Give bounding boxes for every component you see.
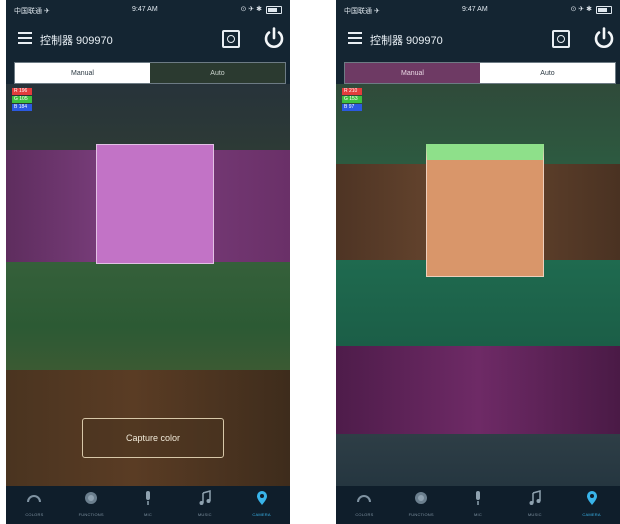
nav-functions[interactable]: FUNCTIONS xyxy=(63,486,120,524)
nav-label: MUSIC xyxy=(527,512,542,517)
tab-manual[interactable]: Manual xyxy=(15,63,150,83)
app-header: 控制器 909970 xyxy=(336,20,620,60)
rgb-readout: R 196 G 105 B 184 xyxy=(12,88,32,112)
nav-label: MIC xyxy=(474,512,482,517)
camera-pin-icon xyxy=(586,491,597,505)
nav-music[interactable]: MUSIC xyxy=(506,486,563,524)
nav-label: MUSIC xyxy=(197,512,212,517)
menu-icon[interactable] xyxy=(348,32,362,46)
app-header: 控制器 909970 xyxy=(6,20,290,60)
status-time: 9:47 AM xyxy=(462,6,488,13)
nav-mic[interactable]: MIC xyxy=(450,486,507,524)
menu-icon[interactable] xyxy=(18,32,32,46)
nav-label: CAMERA xyxy=(252,512,271,517)
phone-screen-manual: 中国联通 ✈ 9:47 AM ⊙ ✈ ✱ 控制器 909970 Manual A… xyxy=(6,0,290,524)
nav-mic[interactable]: MIC xyxy=(120,486,177,524)
carrier-label: 中国联通 ✈ xyxy=(344,8,380,15)
nav-camera[interactable]: CAMERA xyxy=(563,486,620,524)
nav-functions[interactable]: FUNCTIONS xyxy=(393,486,450,524)
nav-colors[interactable]: COLORS xyxy=(336,486,393,524)
bottom-nav: COLORS FUNCTIONS MIC MUSIC CAMERA xyxy=(336,486,620,524)
red-value-badge: R 210 xyxy=(342,88,362,95)
app-title: 控制器 909970 xyxy=(370,35,443,47)
rgb-readout: R 210 G 153 B 97 xyxy=(342,88,362,112)
nav-camera[interactable]: CAMERA xyxy=(233,486,290,524)
bottom-nav: COLORS FUNCTIONS MIC MUSIC CAMERA xyxy=(6,486,290,524)
status-icons: ⊙ ✈ ✱ xyxy=(570,6,593,13)
battery-icon xyxy=(266,6,282,14)
microphone-icon xyxy=(475,491,480,505)
nav-label: COLORS xyxy=(355,512,374,517)
mode-tabs: Manual Auto xyxy=(344,62,616,84)
tab-auto[interactable]: Auto xyxy=(480,63,615,83)
status-bar: 中国联通 ✈ 9:47 AM ⊙ ✈ ✱ xyxy=(6,0,290,20)
colors-gauge-icon xyxy=(27,495,42,503)
timer-icon[interactable] xyxy=(222,30,240,48)
green-value-badge: G 153 xyxy=(342,96,362,103)
blue-value-badge: B 184 xyxy=(12,104,32,111)
status-icons: ⊙ ✈ ✱ xyxy=(240,6,263,13)
power-icon[interactable] xyxy=(262,26,286,50)
battery-icon xyxy=(596,6,612,14)
microphone-icon xyxy=(145,491,150,505)
carrier-label: 中国联通 ✈ xyxy=(14,8,50,15)
tab-manual[interactable]: Manual xyxy=(345,63,480,83)
phone-screen-auto: 中国联通 ✈ 9:47 AM ⊙ ✈ ✱ 控制器 909970 Manual A… xyxy=(336,0,620,524)
timer-icon[interactable] xyxy=(552,30,570,48)
functions-dial-icon xyxy=(85,492,98,504)
nav-label: COLORS xyxy=(25,512,44,517)
color-sample-box xyxy=(426,144,544,277)
music-note-icon xyxy=(529,490,541,505)
green-value-badge: G 105 xyxy=(12,96,32,103)
nav-music[interactable]: MUSIC xyxy=(176,486,233,524)
functions-dial-icon xyxy=(415,492,428,504)
camera-preview[interactable]: R 196 G 105 B 184 Capture color xyxy=(6,84,290,486)
nav-colors[interactable]: COLORS xyxy=(6,486,63,524)
mode-tabs: Manual Auto xyxy=(14,62,286,84)
status-bar: 中国联通 ✈ 9:47 AM ⊙ ✈ ✱ xyxy=(336,0,620,20)
red-value-badge: R 196 xyxy=(12,88,32,95)
nav-label: FUNCTIONS xyxy=(408,512,434,517)
tab-auto[interactable]: Auto xyxy=(150,63,285,83)
status-time: 9:47 AM xyxy=(132,6,158,13)
camera-pin-icon xyxy=(256,491,267,505)
app-title: 控制器 909970 xyxy=(40,35,113,47)
music-note-icon xyxy=(199,490,211,505)
capture-color-button[interactable]: Capture color xyxy=(82,418,224,458)
color-sample-box xyxy=(96,144,214,264)
nav-label: MIC xyxy=(144,512,152,517)
nav-label: FUNCTIONS xyxy=(78,512,104,517)
colors-gauge-icon xyxy=(357,495,372,503)
blue-value-badge: B 97 xyxy=(342,104,362,111)
power-icon[interactable] xyxy=(592,26,616,50)
camera-preview[interactable]: R 210 G 153 B 97 xyxy=(336,84,620,486)
nav-label: CAMERA xyxy=(582,512,601,517)
